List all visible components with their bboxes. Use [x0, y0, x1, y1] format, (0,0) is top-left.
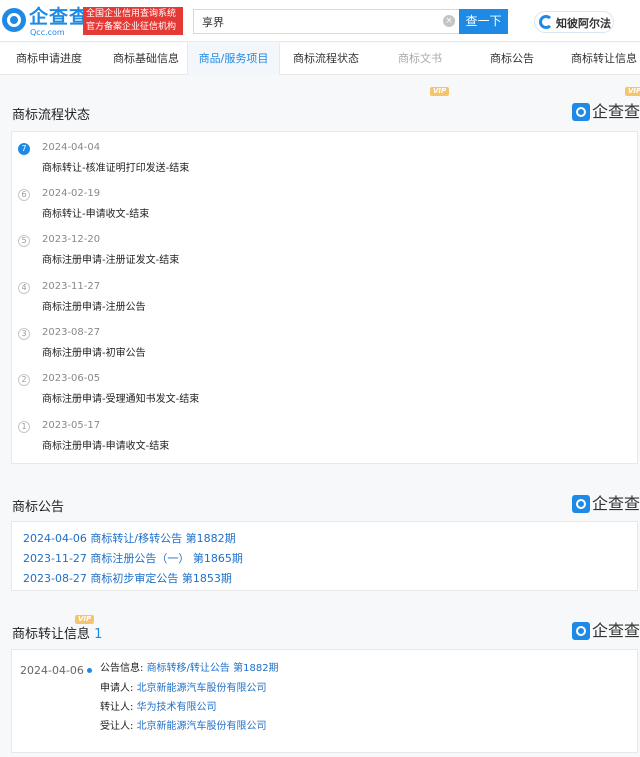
announcement-link[interactable]: 2024-04-06 商标转让/移转公告 第1882期 — [23, 530, 236, 546]
transfer-applicant-row: 申请人: 北京新能源汽车股份有限公司 — [100, 679, 267, 694]
zhipo-alpha-button[interactable]: 知彼阿尔法 — [534, 11, 614, 33]
vip-badge-transfer: VIP — [625, 87, 640, 96]
clear-icon[interactable]: × — [443, 15, 455, 27]
transfer-date: 2024-04-06 — [20, 664, 84, 677]
timeline-date: 2024-04-04 — [42, 142, 101, 153]
timeline-step-number: 6 — [18, 189, 30, 201]
transfer-field-label: 申请人: — [100, 683, 134, 694]
transfer-info-panel: 2024-04-06 公告信息: 商标转移/转让公告 第1882期 申请人: 北… — [11, 649, 638, 753]
timeline-item: 5 2023-12-20 商标注册申请-注册证发文-结束 — [12, 224, 637, 270]
transfer-field-label: 转让人: — [100, 702, 134, 713]
timeline-step-number: 7 — [18, 143, 30, 155]
timeline-item: 6 2024-02-19 商标转让-申请收文-结束 — [12, 178, 637, 224]
transfer-field-label: 受让人: — [100, 721, 134, 732]
timeline-date: 2023-12-20 — [42, 234, 101, 245]
transfer-announcement-link[interactable]: 商标转移/转让公告 第1882期 — [147, 663, 279, 674]
credit-badge: 全国企业信用查询系统 官方备案企业征信机构 — [83, 7, 183, 35]
timeline-status: 商标注册申请-申请收文-结束 — [42, 441, 170, 452]
zhipo-alpha-label: 知彼阿尔法 — [556, 17, 611, 30]
timeline-status: 商标转让-核准证明打印发送-结束 — [42, 163, 190, 174]
transfer-timeline-dot — [87, 668, 92, 673]
timeline-status: 商标转让-申请收文-结束 — [42, 209, 150, 220]
timeline-status: 商标注册申请-注册证发文-结束 — [42, 255, 180, 266]
transfer-transferor-row: 转让人: 华为技术有限公司 — [100, 698, 217, 713]
qcc-logo[interactable]: 企查查 Qcc.com — [2, 6, 88, 38]
transfer-info-title-text: 商标转让信息 — [12, 627, 91, 642]
logo-subtext: Qcc.com — [30, 28, 65, 37]
tab-basic-info[interactable]: 商标基础信息 — [108, 43, 184, 75]
transfer-applicant-link[interactable]: 北京新能源汽车股份有限公司 — [137, 683, 267, 694]
transfer-transferee-row: 受让人: 北京新能源汽车股份有限公司 — [100, 717, 267, 732]
transfer-count: 1 — [94, 627, 103, 642]
transfer-announcement-row: 公告信息: 商标转移/转让公告 第1882期 — [100, 659, 279, 674]
timeline-step-number: 3 — [18, 328, 30, 340]
timeline-date: 2023-08-27 — [42, 327, 101, 338]
transfer-transferee-link[interactable]: 北京新能源汽车股份有限公司 — [137, 721, 267, 732]
badge-line-2: 官方备案企业征信机构 — [86, 22, 177, 32]
announcements-title: 商标公告 — [12, 500, 65, 515]
announcement-link[interactable]: 2023-11-27 商标注册公告（一） 第1865期 — [23, 550, 243, 566]
qcc-watermark-text: 企查查 — [592, 621, 640, 640]
timeline-item: 3 2023-08-27 商标注册申请-初审公告 — [12, 317, 637, 363]
timeline-step-number: 4 — [18, 282, 30, 294]
timeline-step-number: 1 — [18, 421, 30, 433]
qcc-watermark-text: 企查查 — [592, 494, 640, 513]
zhipo-alpha-icon — [539, 15, 553, 29]
tab-announcements[interactable]: 商标公告 — [488, 43, 536, 75]
logo-text: 企查查 — [29, 6, 90, 28]
qcc-watermark: 企查查 — [572, 102, 640, 122]
tab-flow-status[interactable]: 商标流程状态 — [293, 43, 359, 75]
tab-application-progress[interactable]: 商标申请进度 — [14, 43, 84, 75]
tab-goods-services[interactable]: 商品/服务项目 — [187, 43, 280, 75]
flow-status-panel: 7 2024-04-04 商标转让-核准证明打印发送-结束 6 2024-02-… — [11, 131, 638, 464]
tab-transfer-info[interactable]: 商标转让信息 — [571, 43, 637, 75]
timeline-step-number: 5 — [18, 235, 30, 247]
qcc-watermark-icon — [572, 495, 590, 513]
search-input[interactable] — [193, 9, 459, 34]
vip-badge-transfer-section: VIP — [75, 615, 95, 624]
qcc-watermark-icon — [572, 622, 590, 640]
qcc-watermark-text: 企查查 — [592, 102, 640, 121]
qcc-watermark: 企查查 — [572, 494, 640, 514]
qcc-watermark-icon — [572, 103, 590, 121]
timeline-item: 4 2023-11-27 商标注册申请-注册公告 — [12, 271, 637, 317]
tab-documents[interactable]: 商标文书 — [395, 43, 445, 75]
qcc-watermark: 企查查 — [572, 621, 640, 641]
vip-badge-documents: VIP — [430, 87, 450, 96]
timeline-date: 2024-02-19 — [42, 188, 101, 199]
announcement-link[interactable]: 2023-08-27 商标初步审定公告 第1853期 — [23, 570, 232, 586]
transfer-transferor-link[interactable]: 华为技术有限公司 — [137, 702, 217, 713]
timeline-item: 1 2023-05-17 商标注册申请-申请收文-结束 — [12, 410, 637, 456]
timeline-status: 商标注册申请-初审公告 — [42, 348, 146, 359]
search-button[interactable]: 查一下 — [459, 9, 508, 34]
timeline-date: 2023-05-17 — [42, 420, 101, 431]
transfer-field-label: 公告信息: — [100, 663, 144, 674]
timeline-item: 7 2024-04-04 商标转让-核准证明打印发送-结束 — [12, 132, 637, 178]
tab-bar: 商标申请进度 商标基础信息 商品/服务项目 商标流程状态 商标文书 VIP 商标… — [0, 43, 640, 96]
timeline-date: 2023-11-27 — [42, 281, 101, 292]
timeline-status: 商标注册申请-注册公告 — [42, 302, 146, 313]
timeline-item: 2 2023-06-05 商标注册申请-受理通知书发文-结束 — [12, 363, 637, 409]
flow-status-title: 商标流程状态 — [12, 108, 91, 123]
timeline-status: 商标注册申请-受理通知书发文-结束 — [42, 394, 200, 405]
announcements-panel: 2024-04-06 商标转让/移转公告 第1882期 2023-11-27 商… — [11, 521, 638, 591]
qcc-logo-icon — [2, 8, 26, 32]
timeline-date: 2023-06-05 — [42, 373, 101, 384]
top-header: 企查查 Qcc.com 全国企业信用查询系统 官方备案企业征信机构 × 查一下 … — [0, 0, 640, 42]
badge-line-1: 全国企业信用查询系统 — [86, 9, 177, 19]
transfer-info-title: 商标转让信息 1 — [12, 623, 102, 642]
timeline-step-number: 2 — [18, 374, 30, 386]
